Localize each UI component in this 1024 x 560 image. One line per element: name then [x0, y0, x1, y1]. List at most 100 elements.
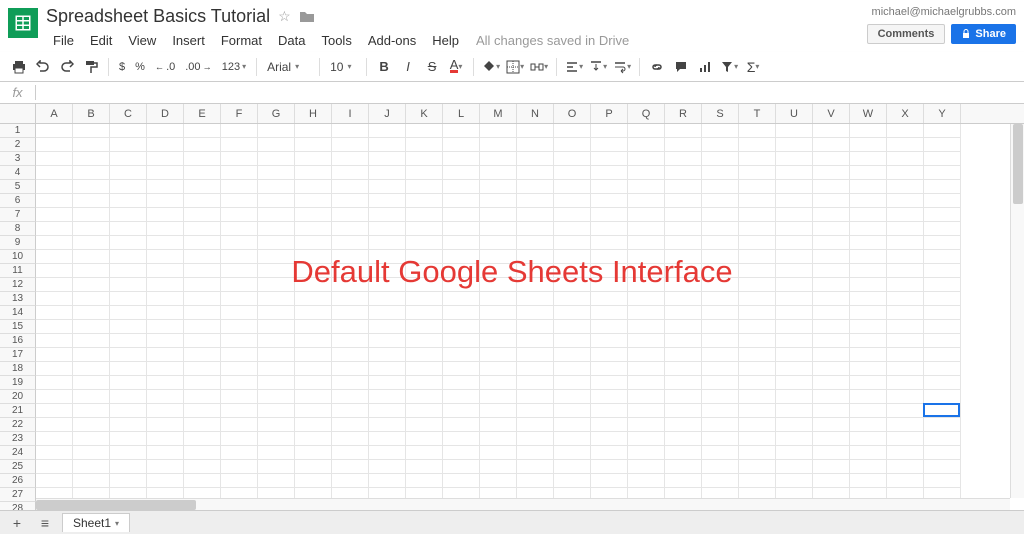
cell[interactable]	[480, 180, 517, 194]
cell[interactable]	[73, 376, 110, 390]
cell[interactable]	[924, 264, 961, 278]
select-all-corner[interactable]	[0, 104, 36, 123]
cell[interactable]	[110, 236, 147, 250]
cell[interactable]	[813, 180, 850, 194]
cell[interactable]	[924, 222, 961, 236]
cell[interactable]	[221, 460, 258, 474]
cell[interactable]	[332, 166, 369, 180]
cell[interactable]	[776, 264, 813, 278]
column-header[interactable]: E	[184, 104, 221, 123]
cell[interactable]	[443, 306, 480, 320]
cell[interactable]	[702, 138, 739, 152]
cell[interactable]	[406, 460, 443, 474]
cell[interactable]	[332, 418, 369, 432]
sheet-tab-active[interactable]: Sheet1 ▾	[62, 513, 130, 532]
cell[interactable]	[480, 446, 517, 460]
cell[interactable]	[147, 306, 184, 320]
cell[interactable]	[295, 348, 332, 362]
column-header[interactable]: G	[258, 104, 295, 123]
cell[interactable]	[110, 404, 147, 418]
cell[interactable]	[591, 194, 628, 208]
column-header[interactable]: L	[443, 104, 480, 123]
cell[interactable]	[406, 138, 443, 152]
cell[interactable]	[702, 334, 739, 348]
menu-edit[interactable]: Edit	[83, 31, 119, 50]
cell[interactable]	[73, 306, 110, 320]
row-header[interactable]: 25	[0, 460, 36, 474]
cell[interactable]	[517, 348, 554, 362]
cell[interactable]	[369, 264, 406, 278]
cell[interactable]	[665, 236, 702, 250]
cell[interactable]	[517, 222, 554, 236]
cell[interactable]	[369, 166, 406, 180]
column-header[interactable]: B	[73, 104, 110, 123]
cell[interactable]	[924, 348, 961, 362]
cell[interactable]	[924, 138, 961, 152]
cell[interactable]	[480, 306, 517, 320]
cell[interactable]	[887, 180, 924, 194]
cell[interactable]	[110, 278, 147, 292]
cell[interactable]	[147, 334, 184, 348]
cell[interactable]	[184, 334, 221, 348]
column-header[interactable]: U	[776, 104, 813, 123]
cell[interactable]	[184, 474, 221, 488]
vscroll-thumb[interactable]	[1013, 124, 1023, 204]
cell[interactable]	[517, 208, 554, 222]
cell[interactable]	[776, 208, 813, 222]
cell[interactable]	[591, 124, 628, 138]
cell[interactable]	[517, 194, 554, 208]
column-header[interactable]: Q	[628, 104, 665, 123]
cell[interactable]	[73, 404, 110, 418]
cell[interactable]	[73, 390, 110, 404]
cell[interactable]	[813, 334, 850, 348]
cell[interactable]	[110, 446, 147, 460]
cell[interactable]	[332, 306, 369, 320]
cell[interactable]	[295, 166, 332, 180]
cell[interactable]	[739, 404, 776, 418]
cell[interactable]	[591, 180, 628, 194]
cell[interactable]	[221, 166, 258, 180]
cell[interactable]	[480, 278, 517, 292]
cell[interactable]	[406, 180, 443, 194]
cell[interactable]	[776, 334, 813, 348]
cell[interactable]	[110, 334, 147, 348]
row-header[interactable]: 13	[0, 292, 36, 306]
row-header[interactable]: 19	[0, 376, 36, 390]
cell[interactable]	[517, 334, 554, 348]
cell[interactable]	[887, 418, 924, 432]
cell[interactable]	[369, 124, 406, 138]
cell[interactable]	[924, 460, 961, 474]
cell[interactable]	[813, 208, 850, 222]
cell[interactable]	[73, 222, 110, 236]
cell[interactable]	[702, 404, 739, 418]
cell[interactable]	[850, 348, 887, 362]
cell[interactable]	[517, 474, 554, 488]
cell[interactable]	[332, 348, 369, 362]
cell[interactable]	[443, 432, 480, 446]
cell[interactable]	[36, 180, 73, 194]
cell[interactable]	[739, 390, 776, 404]
cell[interactable]	[739, 222, 776, 236]
cell[interactable]	[665, 138, 702, 152]
cell[interactable]	[887, 264, 924, 278]
menu-file[interactable]: File	[46, 31, 81, 50]
cell[interactable]	[295, 278, 332, 292]
cell[interactable]	[924, 320, 961, 334]
cell[interactable]	[369, 404, 406, 418]
row-header[interactable]: 24	[0, 446, 36, 460]
cell[interactable]	[924, 432, 961, 446]
cell[interactable]	[221, 334, 258, 348]
cell[interactable]	[369, 306, 406, 320]
cell[interactable]	[406, 222, 443, 236]
vertical-scrollbar[interactable]	[1010, 124, 1024, 498]
cell[interactable]	[258, 376, 295, 390]
cell[interactable]	[591, 250, 628, 264]
cell[interactable]	[591, 334, 628, 348]
cell[interactable]	[517, 460, 554, 474]
cell[interactable]	[628, 460, 665, 474]
cell[interactable]	[776, 222, 813, 236]
sheets-logo-icon[interactable]	[8, 8, 38, 38]
cell[interactable]	[369, 460, 406, 474]
cell[interactable]	[850, 432, 887, 446]
cell[interactable]	[295, 152, 332, 166]
